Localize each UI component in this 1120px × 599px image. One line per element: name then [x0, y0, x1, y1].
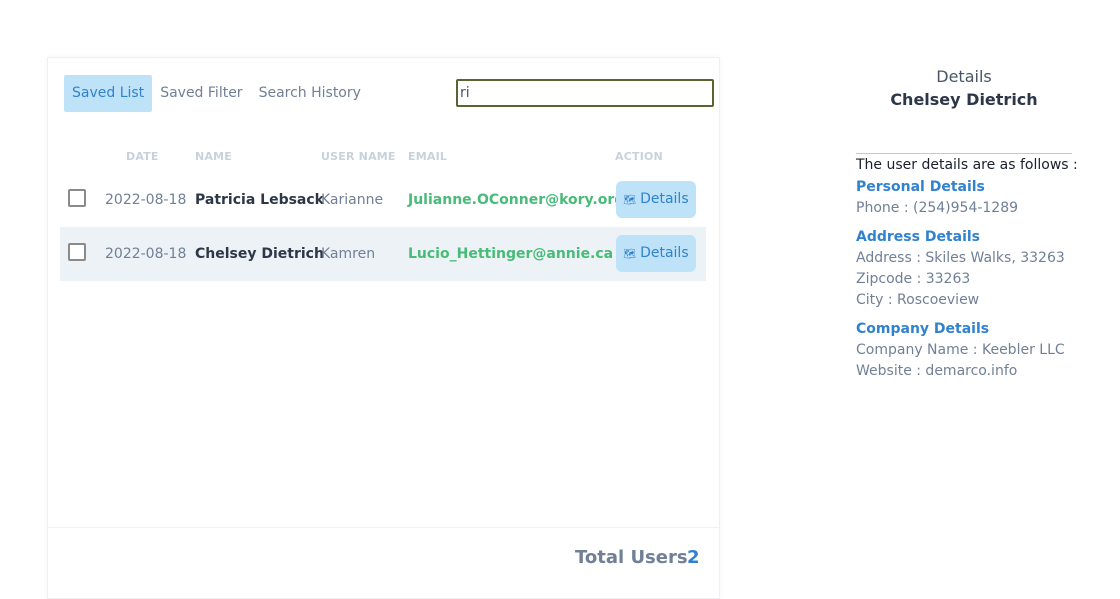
row-email[interactable]: Lucio_Hettinger@annie.ca: [408, 227, 613, 281]
zipcode-text: Zipcode : 33263: [856, 271, 971, 287]
header-date: DATE: [126, 150, 159, 163]
row-name: Patricia Lebsack: [195, 192, 324, 208]
company-details-section: Company Details Company Name : Keebler L…: [856, 319, 1065, 382]
details-button[interactable]: 🗺︎ Details: [616, 235, 696, 272]
table-row: 2022-08-18 Patricia Lebsack Karianne Jul…: [60, 173, 706, 227]
details-panel: Details Chelsey Dietrich The user detail…: [856, 66, 1078, 379]
phone-text: Phone : (254)954-1289: [856, 200, 1019, 216]
details-button-label: Details: [640, 245, 689, 261]
details-user-name: Chelsey Dietrich: [890, 90, 1038, 109]
city-text: City : Roscoeview: [856, 292, 980, 308]
row-checkbox[interactable]: [68, 243, 86, 261]
details-intro: The user details are as follows :: [856, 157, 1078, 173]
row-checkbox[interactable]: [68, 189, 86, 207]
personal-details-section: Personal Details Phone : (254)954-1289: [856, 177, 1018, 219]
company-name-text: Company Name : Keebler LLC: [856, 342, 1065, 358]
row-username: Kamren: [321, 246, 376, 262]
table-footer: Total Users 2: [48, 527, 719, 599]
header-username: USER NAME: [321, 150, 396, 163]
company-details-heading: Company Details: [856, 321, 990, 337]
personal-details-heading: Personal Details: [856, 179, 985, 195]
row-name: Chelsey Dietrich: [195, 246, 324, 262]
details-title: Details: [936, 67, 992, 86]
row-date: 2022-08-18: [105, 192, 187, 208]
header-name: NAME: [195, 150, 232, 163]
row-email[interactable]: Julianne.OConner@kory.org: [408, 173, 624, 227]
search-input[interactable]: [456, 79, 714, 107]
tab-saved-filter[interactable]: Saved Filter: [152, 75, 250, 112]
details-button-label: Details: [640, 191, 689, 207]
header-action: ACTION: [615, 150, 663, 163]
tab-saved-list[interactable]: Saved List: [64, 74, 153, 112]
address-details-section: Address Details Address : Skiles Walks, …: [856, 227, 1065, 311]
total-users-label: Total Users: [575, 547, 688, 568]
map-icon: 🗺︎: [623, 249, 637, 260]
website-text: Website : demarco.info: [856, 363, 1018, 379]
map-icon: 🗺︎: [623, 195, 637, 206]
table-row: 2022-08-18 Chelsey Dietrich Kamren Lucio…: [60, 227, 706, 281]
divider: [856, 153, 1072, 154]
total-users-count: 2: [687, 547, 700, 568]
address-details-heading: Address Details: [856, 229, 981, 245]
row-username: Karianne: [321, 192, 384, 208]
row-date: 2022-08-18: [105, 246, 187, 262]
header-email: EMAIL: [408, 150, 448, 163]
users-card: Saved List Saved Filter Search History D…: [47, 57, 720, 599]
details-button[interactable]: 🗺︎ Details: [616, 181, 696, 218]
tab-search-history[interactable]: Search History: [251, 75, 369, 112]
tab-bar: Saved List Saved Filter Search History: [64, 74, 369, 112]
table-header: DATE NAME USER NAME EMAIL ACTION: [60, 150, 706, 164]
address-text: Address : Skiles Walks, 33263: [856, 250, 1065, 266]
